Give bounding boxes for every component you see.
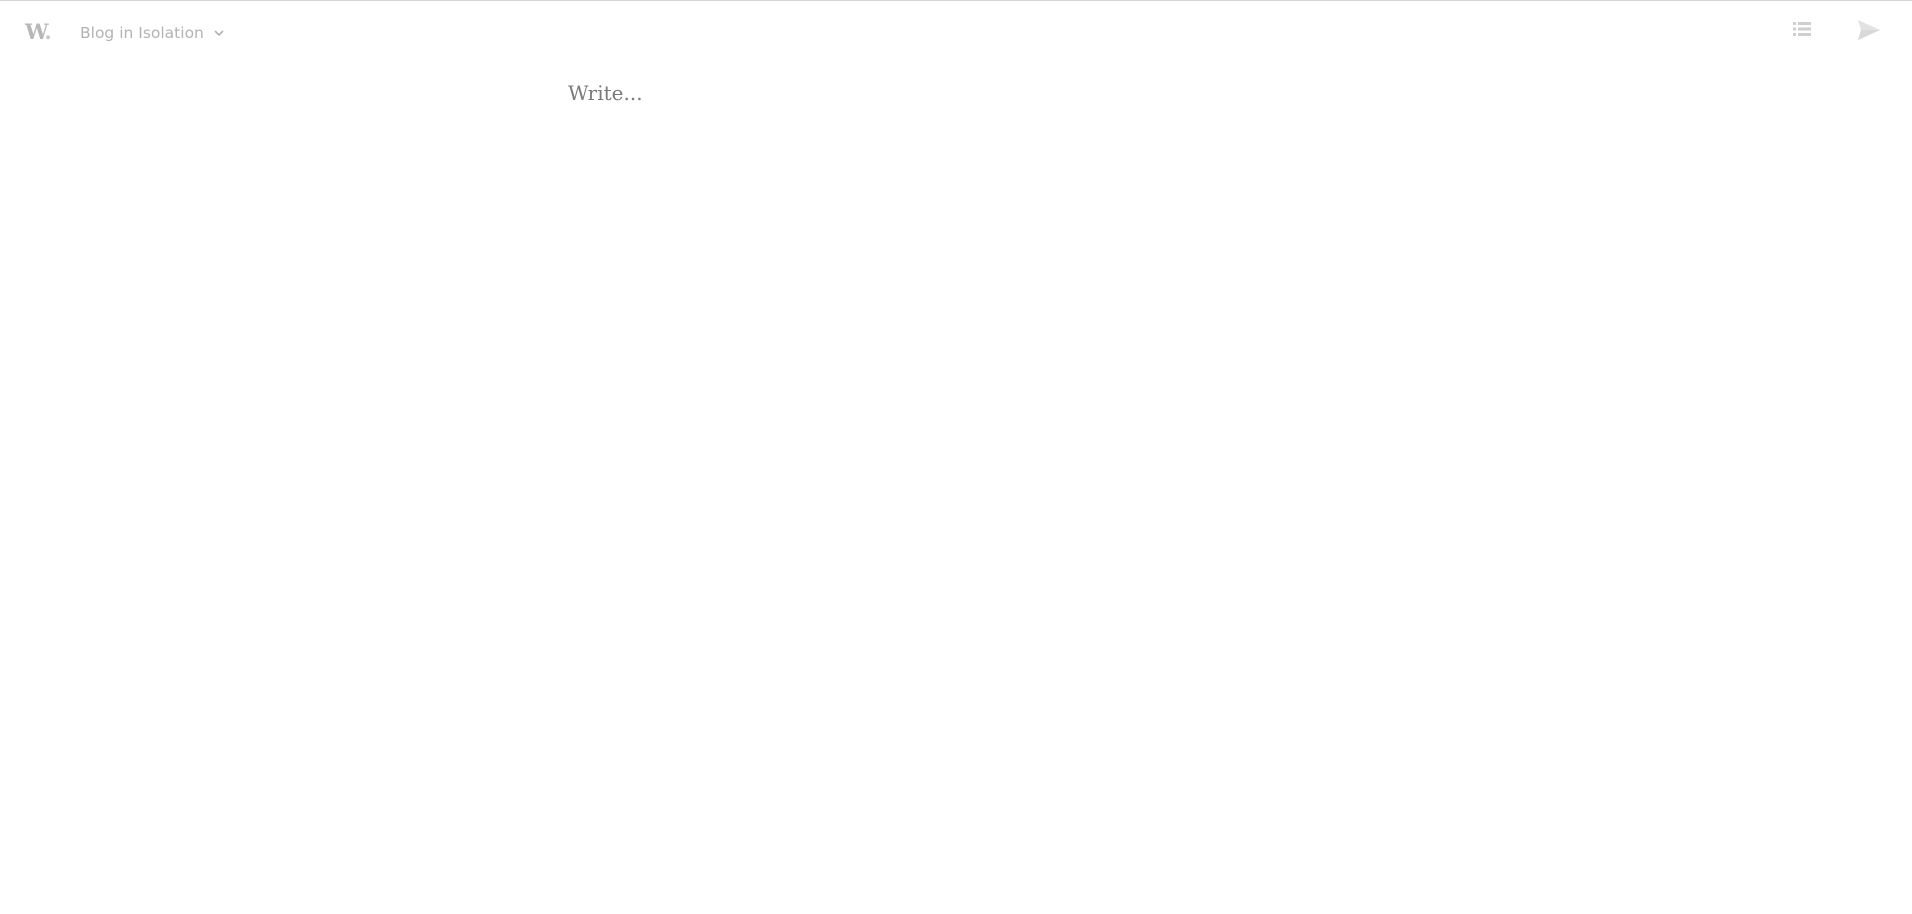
editor-placeholder: Write... xyxy=(568,81,643,105)
write-freely-logo[interactable]: W. xyxy=(25,19,52,44)
posts-list-icon[interactable] xyxy=(1793,21,1811,37)
chevron-down-icon xyxy=(213,27,225,39)
logo-letter: W xyxy=(25,19,45,44)
logo-dot: . xyxy=(44,19,51,44)
blog-name: Blog in Isolation xyxy=(80,24,204,42)
blog-switcher[interactable]: Blog in Isolation xyxy=(80,21,225,45)
post-editor[interactable]: Write... xyxy=(568,75,1344,115)
publish-send-icon[interactable] xyxy=(1857,19,1881,41)
